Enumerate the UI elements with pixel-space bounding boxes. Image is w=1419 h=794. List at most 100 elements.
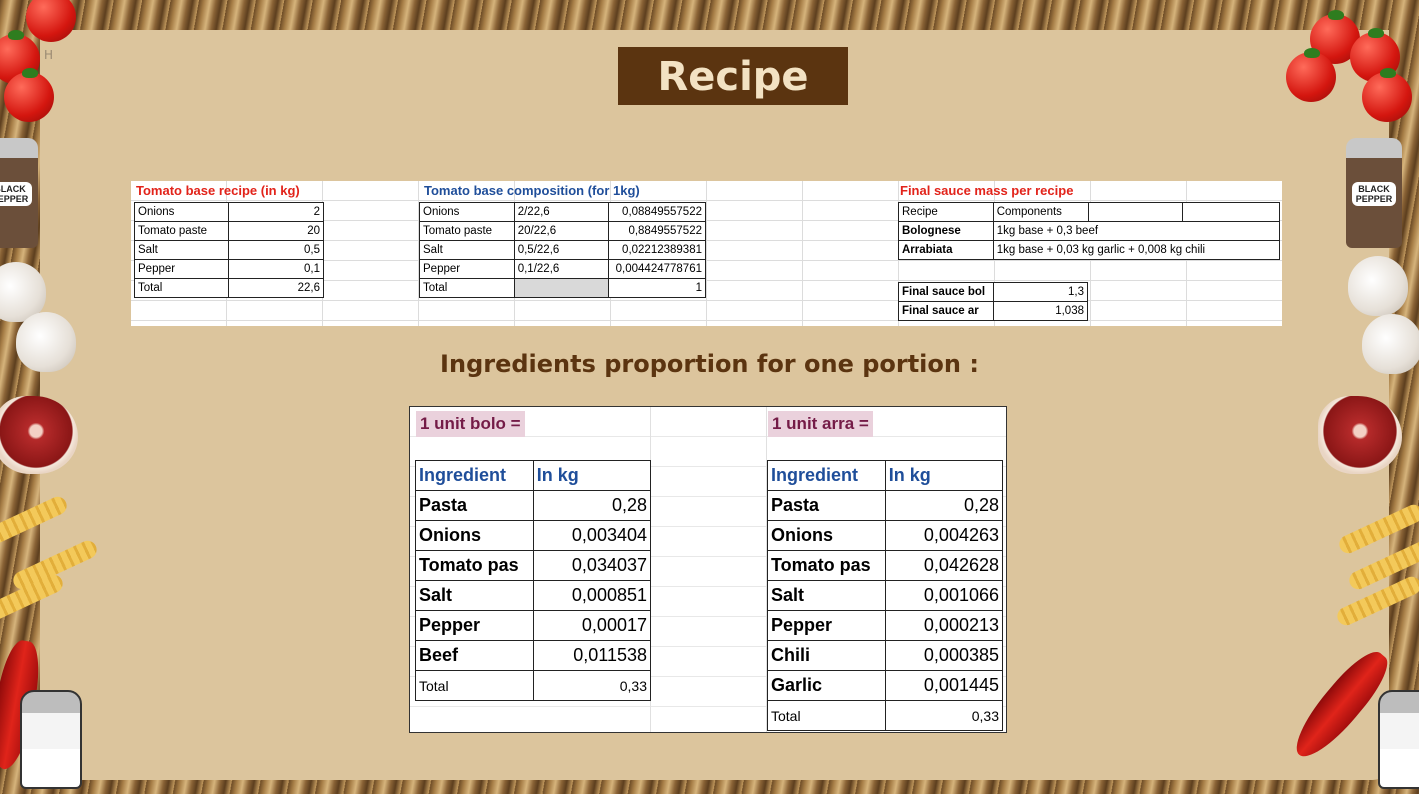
cell: Tomato pas: [415, 550, 534, 581]
cell: Onions: [415, 520, 534, 551]
table-row: Tomato pas 0,042628: [767, 550, 1004, 581]
cell: 0,1/22,6: [513, 259, 610, 279]
cell: Tomato paste: [419, 221, 515, 241]
table-row: Pepper 0,1/22,6 0,004424778761: [419, 259, 706, 279]
recipe-spreadsheet: Tomato base recipe (in kg) Tomato base c…: [131, 181, 1282, 326]
column-header: Ingredient: [415, 460, 534, 491]
table-row: Salt 0,001066: [767, 580, 1004, 611]
cell: [1182, 202, 1280, 222]
cell: 0,00017: [532, 610, 652, 641]
cell: Recipe: [898, 202, 994, 222]
table-row: Onions 0,003404: [415, 520, 652, 551]
table-row: Bolognese 1kg base + 0,3 beef: [898, 221, 1281, 241]
cell: 0,011538: [532, 640, 652, 671]
table-row: Final sauce bol 1,3: [898, 282, 1089, 302]
table-row: Pepper 0,00017: [415, 610, 652, 641]
cell: Final sauce ar: [898, 301, 994, 321]
table-row: Total 22,6: [134, 278, 325, 298]
column-header: Ingredient: [767, 460, 886, 491]
cell: Total: [415, 670, 534, 701]
cell: 22,6: [227, 278, 325, 298]
tomato-base-caption: Tomato base recipe (in kg): [136, 183, 300, 198]
table-row: Tomato paste 20: [134, 221, 325, 241]
cell: Onions: [767, 520, 886, 551]
cell: 20/22,6: [513, 221, 610, 241]
cell: 0,28: [884, 490, 1004, 521]
table-row: Onions 2/22,6 0,08849557522: [419, 202, 706, 222]
table-row: Pasta 0,28: [415, 490, 652, 521]
cell: 0,08849557522: [608, 202, 706, 222]
cell: 0,000851: [532, 580, 652, 611]
table-row: Pepper 0,1: [134, 259, 325, 279]
cell: 0,001445: [884, 670, 1004, 701]
cell: 0,003404: [532, 520, 652, 551]
cell: 0,000385: [884, 640, 1004, 671]
bolo-unit-label: 1 unit bolo =: [416, 411, 525, 437]
cell: Tomato pas: [767, 550, 886, 581]
table-row: Recipe Components: [898, 202, 1280, 222]
cell: 20: [227, 221, 325, 241]
pepper-shaker-label: BLACK PEPPER: [1352, 182, 1396, 206]
tomato-icon: [1286, 48, 1336, 102]
arra-ingredients-table: Ingredient In kg Pasta 0,28 Onions 0,004263…: [767, 460, 1004, 731]
corner-mark: H: [44, 48, 54, 62]
cell: 0,034037: [532, 550, 652, 581]
cell: 1kg base + 0,3 beef: [992, 221, 1281, 241]
cell: Chili: [767, 640, 886, 671]
cell: 1kg base + 0,03 kg garlic + 0,008 kg chi…: [992, 240, 1281, 260]
cell: 0,28: [532, 490, 652, 521]
salt-shaker-icon: [20, 690, 82, 789]
cell: Components: [992, 202, 1089, 222]
table-row: Garlic 0,001445: [767, 670, 1004, 701]
table-row: Pepper 0,000213: [767, 610, 1004, 641]
cell: Beef: [415, 640, 534, 671]
cell: [1087, 202, 1184, 222]
cell: Bolognese: [898, 221, 994, 241]
cell: 0,004263: [884, 520, 1004, 551]
cell: 1,3: [992, 282, 1089, 302]
arra-unit-label: 1 unit arra =: [768, 411, 873, 437]
section-subtitle: Ingredients proportion for one portion :: [440, 350, 979, 378]
garlic-icon: [1348, 256, 1408, 316]
table-row: Tomato pas 0,034037: [415, 550, 652, 581]
table-row: Arrabiata 1kg base + 0,03 kg garlic + 0,0…: [898, 240, 1281, 260]
cell: 2/22,6: [513, 202, 610, 222]
cell: Onions: [419, 202, 515, 222]
composition-caption: Tomato base composition (for 1kg): [424, 183, 640, 198]
cell: Pepper: [134, 259, 229, 279]
final-sauce-table: Recipe Components Bolognese 1kg base + 0,3…: [898, 202, 1281, 260]
cell: 0,33: [532, 670, 652, 701]
cell: 0,33: [884, 700, 1004, 731]
cell: Total: [419, 278, 515, 298]
cell: Salt: [767, 580, 886, 611]
cell: 0,5: [227, 240, 325, 260]
table-row: Total 0,33: [415, 670, 652, 701]
final-sauce-caption: Final sauce mass per recipe: [900, 183, 1074, 198]
table-row: Salt 0,000851: [415, 580, 652, 611]
cell: Garlic: [767, 670, 886, 701]
table-row: Salt 0,5: [134, 240, 325, 260]
portion-spreadsheet: 1 unit bolo = 1 unit arra = Ingredient In…: [409, 406, 1007, 733]
cell: 0,02212389381: [608, 240, 706, 260]
cell: 2: [227, 202, 325, 222]
cell: Pepper: [419, 259, 515, 279]
table-row: Total 1: [419, 278, 706, 298]
cell: Final sauce bol: [898, 282, 994, 302]
cell: Pepper: [767, 610, 886, 641]
column-header: In kg: [884, 460, 1004, 491]
cell: Salt: [415, 580, 534, 611]
salt-shaker-icon: [1378, 690, 1419, 789]
pepper-shaker-icon: BLACK PEPPER: [1346, 138, 1402, 248]
cell: Pasta: [415, 490, 534, 521]
table-row: Salt 0,5/22,6 0,02212389381: [419, 240, 706, 260]
cell: 1: [608, 278, 706, 298]
cell: Onions: [134, 202, 229, 222]
tomato-base-table: Onions 2 Tomato paste 20 Salt 0,5 Pepper 0,1…: [134, 202, 325, 298]
cell: Pasta: [767, 490, 886, 521]
table-row: Beef 0,011538: [415, 640, 652, 671]
cell: 0,042628: [884, 550, 1004, 581]
cell: Total: [134, 278, 229, 298]
tomato-icon: [4, 68, 54, 122]
cell: [513, 278, 610, 298]
cell: Tomato paste: [134, 221, 229, 241]
